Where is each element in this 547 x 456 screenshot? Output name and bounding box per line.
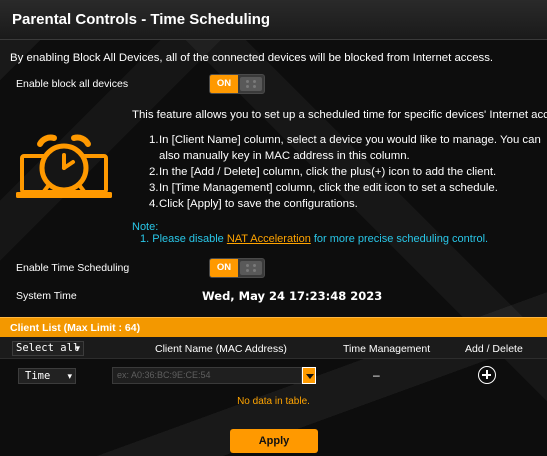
column-client-name: Client Name (MAC Address) xyxy=(155,343,287,355)
block-all-label: Enable block all devices xyxy=(16,78,129,90)
system-time-value: Wed, May 24 17:23:48 2023 xyxy=(202,289,383,303)
chevron-down-icon: ▾ xyxy=(67,372,72,382)
plus-circle-icon[interactable] xyxy=(478,366,496,384)
column-time-management: Time Management xyxy=(343,343,431,355)
time-management-value: – xyxy=(373,368,380,382)
block-all-toggle[interactable]: ON xyxy=(209,74,265,94)
time-scheduling-toggle-on-label: ON xyxy=(210,259,238,277)
note-text: 1. Please disable NAT Acceleration for m… xyxy=(140,233,489,245)
alarm-clock-laptop-icon xyxy=(16,134,112,198)
select-all-dropdown[interactable]: Select all ▾ xyxy=(12,341,84,356)
system-time-label: System Time xyxy=(16,290,77,302)
time-scheduling-toggle[interactable]: ON xyxy=(209,258,265,278)
mac-address-input[interactable]: ex: A0:36:BC:9E:CE:54 xyxy=(112,367,302,384)
column-add-delete: Add / Delete xyxy=(465,343,523,355)
nat-acceleration-link[interactable]: NAT Acceleration xyxy=(227,233,311,245)
client-list-title: Client List (Max Limit : 64) xyxy=(10,322,141,334)
block-all-description: By enabling Block All Devices, all of th… xyxy=(10,52,494,64)
parental-controls-panel: Parental Controls - Time Scheduling By e… xyxy=(0,0,547,456)
instruction-step: 4. Click [Apply] to save the configurati… xyxy=(149,198,358,210)
mode-select[interactable]: Time ▾ xyxy=(18,368,76,384)
apply-button[interactable]: Apply xyxy=(230,429,318,453)
instruction-step: 2. In the [Add / Delete] column, click t… xyxy=(149,166,497,178)
empty-table-message: No data in table. xyxy=(237,396,310,407)
client-dropdown-button[interactable] xyxy=(302,367,316,384)
instruction-steps: 1. In [Client Name] column, select a dev… xyxy=(149,132,544,212)
title-bar: Parental Controls - Time Scheduling xyxy=(0,0,547,40)
note-label: Note: xyxy=(132,221,159,233)
instruction-step: 3. In [Time Management] column, click th… xyxy=(149,182,498,194)
toggle-knob xyxy=(240,77,262,91)
chevron-down-icon: ▾ xyxy=(75,344,80,354)
page-title: Parental Controls - Time Scheduling xyxy=(12,11,271,28)
block-all-toggle-on-label: ON xyxy=(210,75,238,93)
time-scheduling-label: Enable Time Scheduling xyxy=(16,262,130,274)
instruction-step: 1. In [Client Name] column, select a dev… xyxy=(149,134,541,162)
feature-description: This feature allows you to set up a sche… xyxy=(132,109,547,121)
toggle-knob xyxy=(240,261,262,275)
client-list-header: Client List (Max Limit : 64) xyxy=(0,317,547,337)
